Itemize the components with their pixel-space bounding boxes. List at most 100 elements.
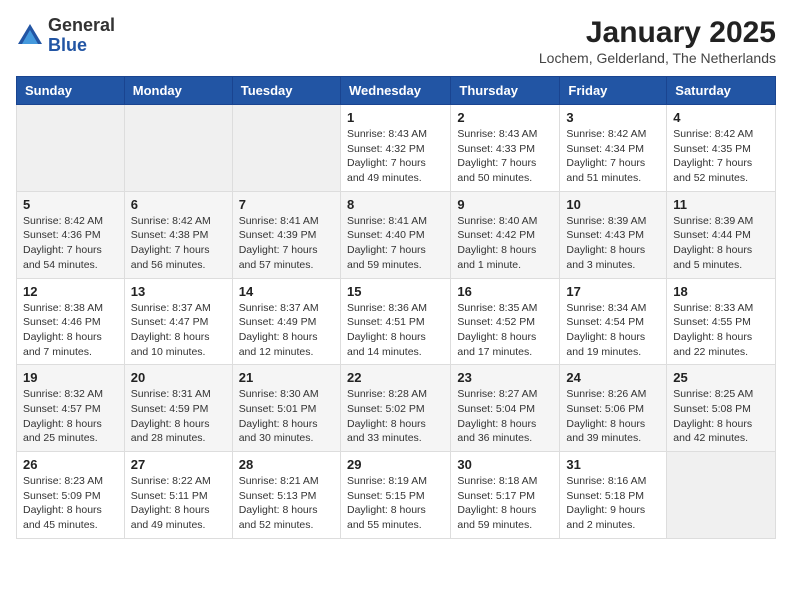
day-info: Sunrise: 8:25 AM Sunset: 5:08 PM Dayligh… — [673, 387, 769, 446]
header-monday: Monday — [124, 77, 232, 105]
calendar-table: Sunday Monday Tuesday Wednesday Thursday… — [16, 76, 776, 539]
day-info: Sunrise: 8:33 AM Sunset: 4:55 PM Dayligh… — [673, 301, 769, 360]
calendar-cell: 5 Sunrise: 8:42 AM Sunset: 4:36 PM Daylig… — [17, 191, 125, 278]
day-info: Sunrise: 8:42 AM Sunset: 4:34 PM Dayligh… — [566, 127, 660, 186]
day-number: 9 — [457, 197, 553, 212]
day-number: 19 — [23, 370, 118, 385]
day-number: 27 — [131, 457, 226, 472]
calendar-cell: 17Sunrise: 8:34 AM Sunset: 4:54 PM Dayli… — [560, 278, 667, 365]
calendar-cell: 11 Sunrise: 8:39 AM Sunset: 4:44 PM Dayli… — [667, 191, 776, 278]
day-info: Sunrise: 8:18 AM Sunset: 5:17 PM Dayligh… — [457, 474, 553, 533]
logo-text: General Blue — [48, 16, 115, 56]
header-saturday: Saturday — [667, 77, 776, 105]
calendar-cell: 23 Sunrise: 8:27 AM Sunset: 5:04 PM Dayli… — [451, 365, 560, 452]
day-info: Sunrise: 8:35 AM Sunset: 4:52 PM Dayligh… — [457, 301, 553, 360]
day-number: 15 — [347, 284, 444, 299]
day-number: 6 — [131, 197, 226, 212]
day-info: Sunrise: 8:31 AM Sunset: 4:59 PM Dayligh… — [131, 387, 226, 446]
calendar-cell: 29 Sunrise: 8:19 AM Sunset: 5:15 PM Dayli… — [340, 452, 450, 539]
day-number: 25 — [673, 370, 769, 385]
calendar-header-row: Sunday Monday Tuesday Wednesday Thursday… — [17, 77, 776, 105]
page-header: General Blue January 2025 Lochem, Gelder… — [16, 16, 776, 66]
day-number: 29 — [347, 457, 444, 472]
title-block: January 2025 Lochem, Gelderland, The Net… — [539, 16, 776, 66]
calendar-cell: 30 Sunrise: 8:18 AM Sunset: 5:17 PM Dayli… — [451, 452, 560, 539]
day-info: Sunrise: 8:16 AM Sunset: 5:18 PM Dayligh… — [566, 474, 660, 533]
day-number: 10 — [566, 197, 660, 212]
day-number: 28 — [239, 457, 334, 472]
month-title: January 2025 — [539, 16, 776, 50]
day-info: Sunrise: 8:19 AM Sunset: 5:15 PM Dayligh… — [347, 474, 444, 533]
day-info: Sunrise: 8:41 AM Sunset: 4:39 PM Dayligh… — [239, 214, 334, 273]
calendar-cell: 27 Sunrise: 8:22 AM Sunset: 5:11 PM Dayli… — [124, 452, 232, 539]
day-info: Sunrise: 8:41 AM Sunset: 4:40 PM Dayligh… — [347, 214, 444, 273]
calendar-cell: 15 Sunrise: 8:36 AM Sunset: 4:51 PM Dayli… — [340, 278, 450, 365]
day-number: 12 — [23, 284, 118, 299]
day-info: Sunrise: 8:26 AM Sunset: 5:06 PM Dayligh… — [566, 387, 660, 446]
calendar-week-row: 5 Sunrise: 8:42 AM Sunset: 4:36 PM Daylig… — [17, 191, 776, 278]
calendar-cell: 2 Sunrise: 8:43 AM Sunset: 4:33 PM Daylig… — [451, 105, 560, 192]
day-number: 30 — [457, 457, 553, 472]
day-number: 20 — [131, 370, 226, 385]
day-number: 8 — [347, 197, 444, 212]
calendar-cell — [124, 105, 232, 192]
logo: General Blue — [16, 16, 115, 56]
day-number: 24 — [566, 370, 660, 385]
calendar-week-row: 1 Sunrise: 8:43 AM Sunset: 4:32 PM Daylig… — [17, 105, 776, 192]
calendar-cell: 21Sunrise: 8:30 AM Sunset: 5:01 PM Dayli… — [232, 365, 340, 452]
day-info: Sunrise: 8:43 AM Sunset: 4:33 PM Dayligh… — [457, 127, 553, 186]
calendar-cell: 26Sunrise: 8:23 AM Sunset: 5:09 PM Dayli… — [17, 452, 125, 539]
calendar-cell: 1 Sunrise: 8:43 AM Sunset: 4:32 PM Daylig… — [340, 105, 450, 192]
calendar-cell: 9 Sunrise: 8:40 AM Sunset: 4:42 PM Daylig… — [451, 191, 560, 278]
day-number: 17 — [566, 284, 660, 299]
day-number: 26 — [23, 457, 118, 472]
calendar-cell: 24 Sunrise: 8:26 AM Sunset: 5:06 PM Dayli… — [560, 365, 667, 452]
calendar-cell — [232, 105, 340, 192]
day-number: 3 — [566, 110, 660, 125]
day-number: 16 — [457, 284, 553, 299]
calendar-cell: 18Sunrise: 8:33 AM Sunset: 4:55 PM Dayli… — [667, 278, 776, 365]
calendar-cell: 28 Sunrise: 8:21 AM Sunset: 5:13 PM Dayli… — [232, 452, 340, 539]
calendar-cell: 22Sunrise: 8:28 AM Sunset: 5:02 PM Dayli… — [340, 365, 450, 452]
day-number: 7 — [239, 197, 334, 212]
calendar-cell: 4 Sunrise: 8:42 AM Sunset: 4:35 PM Daylig… — [667, 105, 776, 192]
day-info: Sunrise: 8:40 AM Sunset: 4:42 PM Dayligh… — [457, 214, 553, 273]
day-info: Sunrise: 8:32 AM Sunset: 4:57 PM Dayligh… — [23, 387, 118, 446]
header-tuesday: Tuesday — [232, 77, 340, 105]
day-info: Sunrise: 8:27 AM Sunset: 5:04 PM Dayligh… — [457, 387, 553, 446]
day-number: 4 — [673, 110, 769, 125]
header-thursday: Thursday — [451, 77, 560, 105]
day-number: 14 — [239, 284, 334, 299]
day-info: Sunrise: 8:22 AM Sunset: 5:11 PM Dayligh… — [131, 474, 226, 533]
calendar-cell: 7 Sunrise: 8:41 AM Sunset: 4:39 PM Daylig… — [232, 191, 340, 278]
calendar-cell: 3 Sunrise: 8:42 AM Sunset: 4:34 PM Daylig… — [560, 105, 667, 192]
day-info: Sunrise: 8:39 AM Sunset: 4:43 PM Dayligh… — [566, 214, 660, 273]
day-info: Sunrise: 8:37 AM Sunset: 4:47 PM Dayligh… — [131, 301, 226, 360]
day-info: Sunrise: 8:28 AM Sunset: 5:02 PM Dayligh… — [347, 387, 444, 446]
header-friday: Friday — [560, 77, 667, 105]
day-number: 2 — [457, 110, 553, 125]
day-info: Sunrise: 8:36 AM Sunset: 4:51 PM Dayligh… — [347, 301, 444, 360]
day-info: Sunrise: 8:21 AM Sunset: 5:13 PM Dayligh… — [239, 474, 334, 533]
calendar-cell: 14Sunrise: 8:37 AM Sunset: 4:49 PM Dayli… — [232, 278, 340, 365]
day-number: 11 — [673, 197, 769, 212]
day-info: Sunrise: 8:39 AM Sunset: 4:44 PM Dayligh… — [673, 214, 769, 273]
calendar-cell — [17, 105, 125, 192]
logo-icon — [16, 22, 44, 50]
day-number: 5 — [23, 197, 118, 212]
location-label: Lochem, Gelderland, The Netherlands — [539, 50, 776, 66]
day-number: 23 — [457, 370, 553, 385]
day-info: Sunrise: 8:43 AM Sunset: 4:32 PM Dayligh… — [347, 127, 444, 186]
calendar-week-row: 19 Sunrise: 8:32 AM Sunset: 4:57 PM Dayli… — [17, 365, 776, 452]
day-info: Sunrise: 8:42 AM Sunset: 4:38 PM Dayligh… — [131, 214, 226, 273]
calendar-cell: 10 Sunrise: 8:39 AM Sunset: 4:43 PM Dayli… — [560, 191, 667, 278]
day-number: 13 — [131, 284, 226, 299]
header-wednesday: Wednesday — [340, 77, 450, 105]
day-number: 1 — [347, 110, 444, 125]
logo-general-label: General — [48, 16, 115, 36]
header-sunday: Sunday — [17, 77, 125, 105]
day-info: Sunrise: 8:42 AM Sunset: 4:36 PM Dayligh… — [23, 214, 118, 273]
calendar-cell: 16 Sunrise: 8:35 AM Sunset: 4:52 PM Dayli… — [451, 278, 560, 365]
calendar-week-row: 26Sunrise: 8:23 AM Sunset: 5:09 PM Dayli… — [17, 452, 776, 539]
day-info: Sunrise: 8:42 AM Sunset: 4:35 PM Dayligh… — [673, 127, 769, 186]
